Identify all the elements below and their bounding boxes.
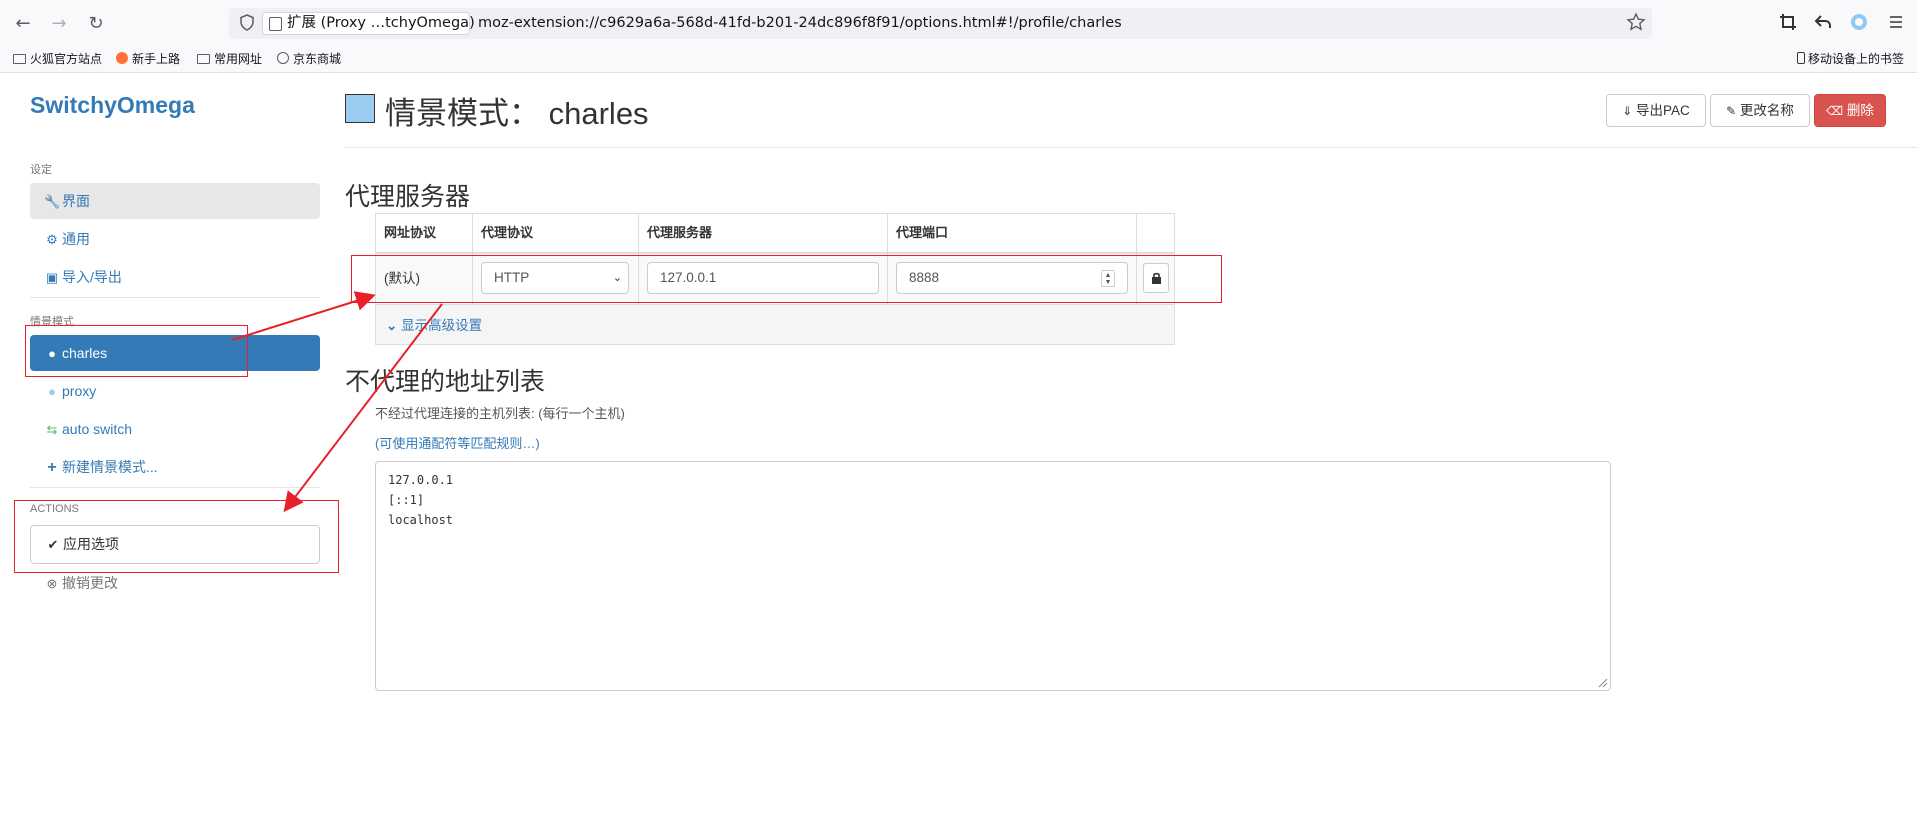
annotation-arrow	[231, 291, 376, 341]
annotation-arrow	[283, 303, 443, 513]
annotation-arrows	[231, 291, 443, 513]
